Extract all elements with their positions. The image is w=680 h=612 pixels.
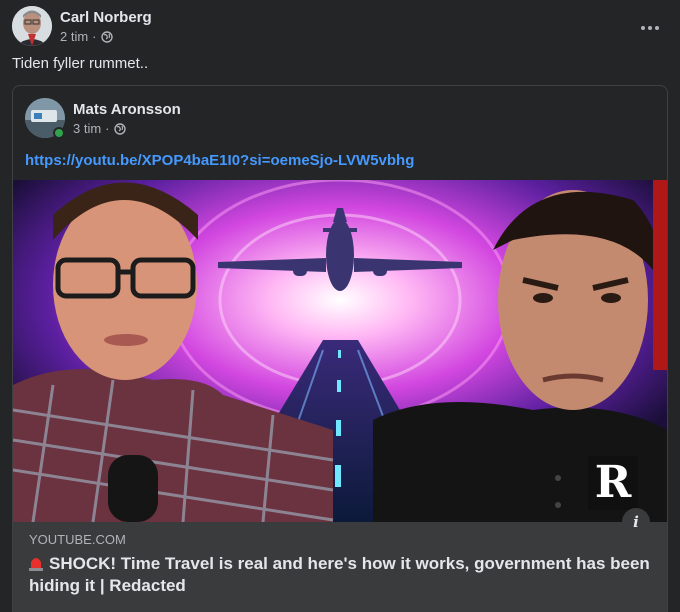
redacted-logo: R bbox=[588, 456, 638, 510]
author-name[interactable]: Carl Norberg bbox=[60, 9, 152, 26]
shared-meta-separator: · bbox=[105, 121, 110, 136]
video-thumbnail[interactable]: R bbox=[13, 180, 667, 522]
preview-domain: YOUTUBE.COM bbox=[29, 532, 126, 547]
post-text: Tiden fyller rummet.. bbox=[12, 55, 149, 72]
shared-post: Mats Aronsson 3 tim · https://youtu.be/X… bbox=[12, 85, 668, 612]
more-options-icon[interactable] bbox=[632, 10, 668, 46]
post-header: Carl Norberg 2 tim · bbox=[12, 6, 668, 46]
info-icon[interactable]: i bbox=[622, 508, 650, 536]
link-preview[interactable]: YOUTUBE.COM SHOCK! Time Travel is real a… bbox=[13, 522, 667, 612]
avatar[interactable] bbox=[12, 6, 52, 46]
preview-title-text: SHOCK! Time Travel is real and here's ho… bbox=[29, 554, 650, 595]
preview-title[interactable]: SHOCK! Time Travel is real and here's ho… bbox=[29, 553, 651, 597]
post-meta: 2 tim · bbox=[60, 29, 113, 44]
siren-icon bbox=[29, 558, 43, 571]
online-indicator bbox=[53, 127, 65, 139]
shared-author-name[interactable]: Mats Aronsson bbox=[73, 101, 181, 118]
post-time[interactable]: 2 tim bbox=[60, 29, 88, 44]
globe-icon bbox=[100, 30, 113, 43]
shared-post-header: Mats Aronsson 3 tim · bbox=[25, 98, 655, 139]
shared-post-time[interactable]: 3 tim bbox=[73, 121, 101, 136]
globe-icon bbox=[113, 122, 126, 135]
shared-link[interactable]: https://youtu.be/XPOP4baE1I0?si=oemeSjo-… bbox=[25, 152, 414, 169]
meta-separator: · bbox=[92, 29, 97, 44]
shared-post-meta: 3 tim · bbox=[73, 121, 126, 136]
